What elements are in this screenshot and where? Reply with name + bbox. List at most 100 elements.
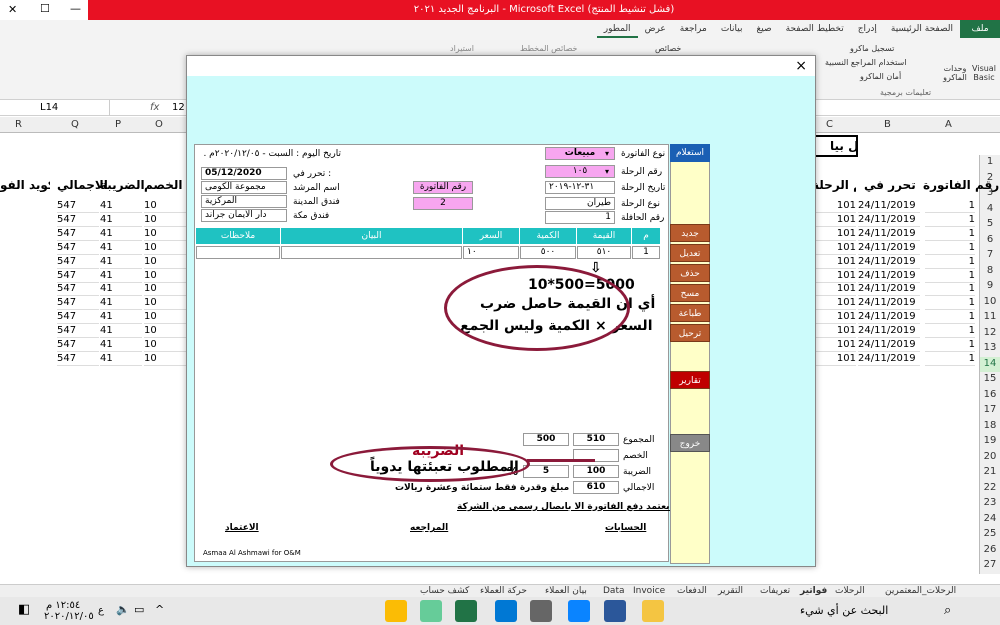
table-cell[interactable]: 41	[100, 213, 142, 227]
chevron-up-icon[interactable]: ^	[155, 603, 164, 616]
table-cell[interactable]: 101	[812, 269, 856, 283]
tab-file[interactable]: ملف	[960, 20, 1000, 38]
trip-date-field[interactable]: ٣١-١٢-٢٠١٩	[545, 181, 615, 194]
table-cell[interactable]: 1	[925, 213, 975, 227]
row-header[interactable]: 1	[979, 155, 1000, 171]
table-cell[interactable]: 1	[925, 338, 975, 352]
table-cell[interactable]: 41	[100, 227, 142, 241]
row-header[interactable]: 22	[979, 480, 1000, 497]
close-icon[interactable]: ×	[795, 58, 807, 74]
row-header[interactable]: 25	[979, 527, 1000, 543]
tab-insert[interactable]: إدراج	[851, 20, 884, 38]
relative-ref-button[interactable]: استخدام المراجع النسبية	[825, 58, 906, 67]
row-header[interactable]: 13	[979, 341, 1000, 357]
table-cell[interactable]: 10	[144, 227, 188, 241]
table-cell[interactable]: 24/11/2019	[858, 199, 920, 213]
edge-icon[interactable]	[568, 600, 590, 622]
table-cell[interactable]: 24/11/2019	[858, 324, 920, 339]
macro-security-button[interactable]: أمان الماكرو	[860, 72, 901, 81]
macros-button[interactable]: وحدات الماكرو	[942, 64, 968, 82]
trip-kind-field[interactable]: طيران	[545, 197, 615, 210]
table-cell[interactable]: 547	[57, 213, 99, 227]
post-button[interactable]: ترحيل	[670, 324, 710, 342]
map-properties-button[interactable]: خصائص المخطط	[520, 44, 578, 53]
clock-time[interactable]: ١٢:٥٤ م	[46, 600, 80, 611]
tab-developer[interactable]: المطور	[596, 20, 638, 38]
col-header-o[interactable]: O	[155, 117, 163, 133]
table-cell[interactable]: 24/11/2019	[858, 310, 920, 325]
store-icon[interactable]	[530, 600, 552, 622]
query-button[interactable]: استعلام	[670, 144, 710, 162]
import-button[interactable]: استيراد	[450, 44, 474, 53]
table-cell[interactable]: 24/11/2019	[858, 227, 920, 241]
row-header[interactable]: 20	[979, 449, 1000, 466]
table-cell[interactable]: 41	[100, 296, 142, 311]
table-cell[interactable]: 1	[925, 241, 975, 255]
issued-field[interactable]: 05/12/2020	[201, 167, 287, 180]
word-icon[interactable]	[604, 600, 626, 622]
search-icon[interactable]: ⌕	[944, 603, 951, 618]
table-cell[interactable]: 24/11/2019	[858, 352, 920, 366]
col-header-c[interactable]: C	[826, 117, 833, 133]
app-icon[interactable]	[420, 600, 442, 622]
table-cell[interactable]: 24/11/2019	[858, 282, 920, 297]
row-header[interactable]: 17	[979, 403, 1000, 419]
table-cell[interactable]: 1	[925, 310, 975, 325]
table-cell[interactable]: 10	[144, 282, 188, 297]
table-cell[interactable]: 1	[925, 324, 975, 339]
table-cell[interactable]: 547	[57, 296, 99, 311]
table-cell[interactable]: 24/11/2019	[858, 213, 920, 227]
table-cell[interactable]: 1	[925, 255, 975, 269]
tax-rate-field[interactable]: 5	[523, 465, 569, 478]
delete-button[interactable]: حذف	[670, 264, 710, 282]
table-cell[interactable]: 10	[144, 241, 188, 255]
table-cell[interactable]: 1	[925, 227, 975, 241]
total-value[interactable]: 610	[573, 481, 619, 494]
header-coding[interactable]: تكويد الفو	[0, 178, 50, 192]
table-cell[interactable]: 41	[100, 310, 142, 325]
tab-review[interactable]: مراجعة	[673, 20, 714, 38]
row-header[interactable]: 24	[979, 511, 1000, 528]
table-cell[interactable]: 547	[57, 352, 99, 366]
volume-icon[interactable]: 🔈	[116, 603, 130, 616]
table-cell[interactable]: 101	[812, 352, 856, 366]
chevron-down-icon[interactable]: ▾	[605, 149, 609, 158]
table-cell[interactable]: 24/11/2019	[858, 241, 920, 255]
row-header[interactable]: 12	[979, 325, 1000, 342]
row-header[interactable]: 5	[979, 217, 1000, 233]
invoice-no-field[interactable]: 2	[413, 197, 473, 210]
guide-field[interactable]: مجموعة الكومى	[201, 181, 287, 194]
close-icon[interactable]: ✕	[8, 3, 17, 16]
table-cell[interactable]: 547	[57, 324, 99, 339]
header-invoice-no[interactable]: رقم الفاتورة	[923, 178, 999, 192]
sum-qty[interactable]: 500	[523, 433, 569, 446]
table-cell[interactable]: 1	[925, 352, 975, 366]
table-cell[interactable]: 101	[812, 338, 856, 352]
table-cell[interactable]: 10	[144, 338, 188, 352]
col-header-r[interactable]: R	[15, 117, 22, 133]
table-cell[interactable]: 24/11/2019	[858, 255, 920, 269]
table-cell[interactable]: 10	[144, 255, 188, 269]
bus-no-field[interactable]: 1	[545, 211, 615, 224]
table-cell[interactable]: 1	[925, 282, 975, 297]
table-cell[interactable]: 10	[144, 199, 188, 213]
clock-date[interactable]: ٢٠٢٠/١٢/٠٥	[44, 611, 94, 622]
row-header[interactable]: 10	[979, 294, 1000, 311]
fx-icon[interactable]: fx	[150, 102, 159, 113]
hotel-city-field[interactable]: المركزية	[201, 195, 287, 208]
table-cell[interactable]: 101	[812, 241, 856, 255]
table-cell[interactable]: 101	[812, 199, 856, 213]
table-cell[interactable]: 41	[100, 338, 142, 352]
table-cell[interactable]: 41	[100, 255, 142, 269]
new-button[interactable]: جديد	[670, 224, 710, 242]
row-header[interactable]: 4	[979, 201, 1000, 218]
table-cell[interactable]: 41	[100, 324, 142, 339]
table-cell[interactable]: 10	[144, 310, 188, 325]
table-cell[interactable]: 101	[812, 310, 856, 325]
row-header[interactable]: 18	[979, 418, 1000, 435]
row-header[interactable]: 16	[979, 387, 1000, 404]
row-desc-cell[interactable]	[281, 246, 462, 259]
row-header[interactable]: 15	[979, 372, 1000, 388]
row-header[interactable]: 26	[979, 542, 1000, 559]
col-header-p[interactable]: P	[115, 117, 121, 133]
